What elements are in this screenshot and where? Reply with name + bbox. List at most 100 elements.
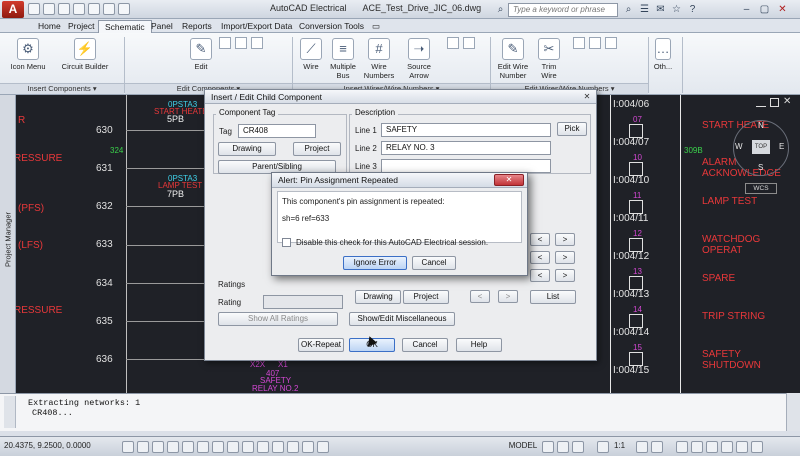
isolate-objects-icon[interactable] — [721, 441, 733, 453]
edit-wire-number-button[interactable]: ✎ Edit Wire Number — [494, 35, 532, 83]
trim-wire-button[interactable]: ✂ Trim Wire — [534, 35, 564, 83]
panel-label-insert-components[interactable]: Insert Components ▾ — [0, 83, 124, 94]
wire-numbers-button[interactable]: # Wire Numbers — [360, 35, 398, 83]
drawing-minimize-icon[interactable] — [756, 99, 766, 107]
source-arrow-button[interactable]: ➝ Source Arrow — [400, 35, 438, 83]
snap-mode-icon[interactable] — [137, 441, 149, 453]
clean-screen-icon[interactable] — [751, 441, 763, 453]
quick-view-drawings-icon[interactable] — [572, 441, 584, 453]
wcs-menu[interactable]: WCS — [745, 183, 777, 194]
viewcube-west[interactable]: W — [735, 142, 743, 151]
polar-tracking-icon[interactable] — [182, 441, 194, 453]
open-file-icon[interactable] — [43, 3, 55, 15]
tag-drawing-button[interactable]: Drawing — [218, 142, 276, 156]
object-snap-icon[interactable] — [197, 441, 209, 453]
alert-close-button[interactable]: ✕ — [494, 174, 524, 186]
next-arrow-button[interactable]: > — [555, 269, 575, 282]
viewcube-top-face[interactable]: TOP — [752, 140, 770, 154]
infer-constraints-icon[interactable] — [122, 441, 134, 453]
undo-icon[interactable] — [73, 3, 85, 15]
tab-project[interactable]: Project — [62, 20, 100, 33]
pick-button[interactable]: Pick — [557, 122, 587, 136]
ortho-mode-icon[interactable] — [167, 441, 179, 453]
tab-panel[interactable]: Panel — [145, 20, 179, 33]
communication-center-icon[interactable]: ✉ — [654, 3, 667, 16]
layout-icon[interactable] — [542, 441, 554, 453]
search-input[interactable]: Type a keyword or phrase — [508, 3, 618, 17]
redo-icon[interactable] — [88, 3, 100, 15]
ignore-error-button[interactable]: Ignore Error — [343, 256, 407, 270]
application-status-menu-icon[interactable] — [736, 441, 748, 453]
dialog-close-icon[interactable]: ✕ — [580, 91, 594, 103]
tag-input[interactable]: CR408 — [238, 124, 316, 138]
next-arrow-button[interactable]: > — [555, 251, 575, 264]
model-space-button[interactable]: MODEL — [508, 440, 538, 453]
cancel-button[interactable]: Cancel — [402, 338, 448, 352]
misc-next-arrow-button[interactable]: > — [498, 290, 518, 303]
quick-view-layouts-icon[interactable] — [557, 441, 569, 453]
misc-drawing-button[interactable]: Drawing — [355, 290, 401, 304]
drawing-restore-icon[interactable] — [770, 98, 779, 107]
viewcube-south[interactable]: S — [758, 163, 763, 172]
lineweight-icon[interactable] — [272, 441, 284, 453]
viewcube-north[interactable]: N — [758, 121, 764, 130]
alert-cancel-button[interactable]: Cancel — [412, 256, 456, 270]
quick-access-dropdown-icon[interactable] — [118, 3, 130, 15]
search-icon[interactable]: ⌕ — [622, 3, 635, 16]
toolbar-lock-icon[interactable] — [691, 441, 703, 453]
tab-schematic[interactable]: Schematic — [98, 20, 152, 33]
object-snap-tracking-icon[interactable] — [227, 441, 239, 453]
annotation-visibility-icon[interactable] — [636, 441, 648, 453]
binoculars-icon[interactable]: ⌕ — [494, 3, 507, 16]
help-icon[interactable]: ? — [686, 3, 699, 16]
dialog-title[interactable]: Insert / Edit Child Component — [205, 90, 596, 104]
multiple-bus-button[interactable]: ≡ Multiple Bus — [326, 35, 360, 83]
workspace-switching-icon[interactable] — [676, 441, 688, 453]
icon-menu-button[interactable]: ⚙ Icon Menu — [4, 35, 52, 83]
edit-components-tools[interactable] — [212, 35, 282, 83]
3d-object-snap-icon[interactable] — [212, 441, 224, 453]
auto-scale-icon[interactable] — [651, 441, 663, 453]
prev-arrow-button[interactable]: < — [530, 269, 550, 282]
rating-input[interactable] — [263, 295, 343, 309]
disable-check-checkbox[interactable] — [282, 238, 291, 247]
tag-project-button[interactable]: Project — [293, 142, 341, 156]
wire-button[interactable]: ⟋ Wire — [296, 35, 326, 83]
insert-wires-tools[interactable] — [440, 35, 486, 83]
misc-prev-arrow-button[interactable]: < — [470, 290, 490, 303]
hardware-acceleration-icon[interactable] — [706, 441, 718, 453]
line3-input[interactable] — [381, 159, 551, 173]
edit-wires-tools[interactable] — [566, 35, 646, 83]
application-menu-button[interactable]: A — [2, 1, 24, 18]
quick-properties-icon[interactable] — [302, 441, 314, 453]
new-file-icon[interactable] — [28, 3, 40, 15]
alert-title[interactable]: Alert: Pin Assignment Repeated — [272, 173, 527, 188]
list-button[interactable]: List — [530, 290, 576, 304]
tab-import-export-data[interactable]: Import/Export Data — [215, 20, 298, 33]
prev-arrow-button[interactable]: < — [530, 233, 550, 246]
line1-input[interactable]: SAFETY — [381, 123, 551, 137]
minimize-icon[interactable]: – — [740, 3, 753, 16]
viewcube-east[interactable]: E — [779, 142, 784, 151]
help-button[interactable]: Help — [456, 338, 502, 352]
transparency-icon[interactable] — [287, 441, 299, 453]
print-icon[interactable] — [103, 3, 115, 15]
favorites-icon[interactable]: ☆ — [670, 3, 683, 16]
ucs-icon[interactable] — [242, 441, 254, 453]
command-line-grip-icon[interactable] — [4, 396, 16, 428]
subscription-icon[interactable]: ☰ — [638, 3, 651, 16]
drawing-close-icon[interactable]: ✕ — [783, 96, 795, 108]
show-edit-miscellaneous-button[interactable]: Show/Edit Miscellaneous — [349, 312, 455, 326]
grid-display-icon[interactable] — [152, 441, 164, 453]
dynamic-input-icon[interactable] — [257, 441, 269, 453]
save-icon[interactable] — [58, 3, 70, 15]
command-line-scrollbar[interactable] — [786, 393, 800, 431]
ok-repeat-button[interactable]: OK-Repeat — [298, 338, 344, 352]
selection-cycling-icon[interactable] — [317, 441, 329, 453]
close-icon[interactable]: ✕ — [776, 3, 789, 16]
ribbon-minimize-icon[interactable]: ▭ — [372, 20, 386, 33]
other-tools-button[interactable]: … Oth... — [650, 35, 676, 83]
line2-input[interactable]: RELAY NO. 3 — [381, 141, 551, 155]
prev-arrow-button[interactable]: < — [530, 251, 550, 264]
misc-project-button[interactable]: Project — [403, 290, 449, 304]
